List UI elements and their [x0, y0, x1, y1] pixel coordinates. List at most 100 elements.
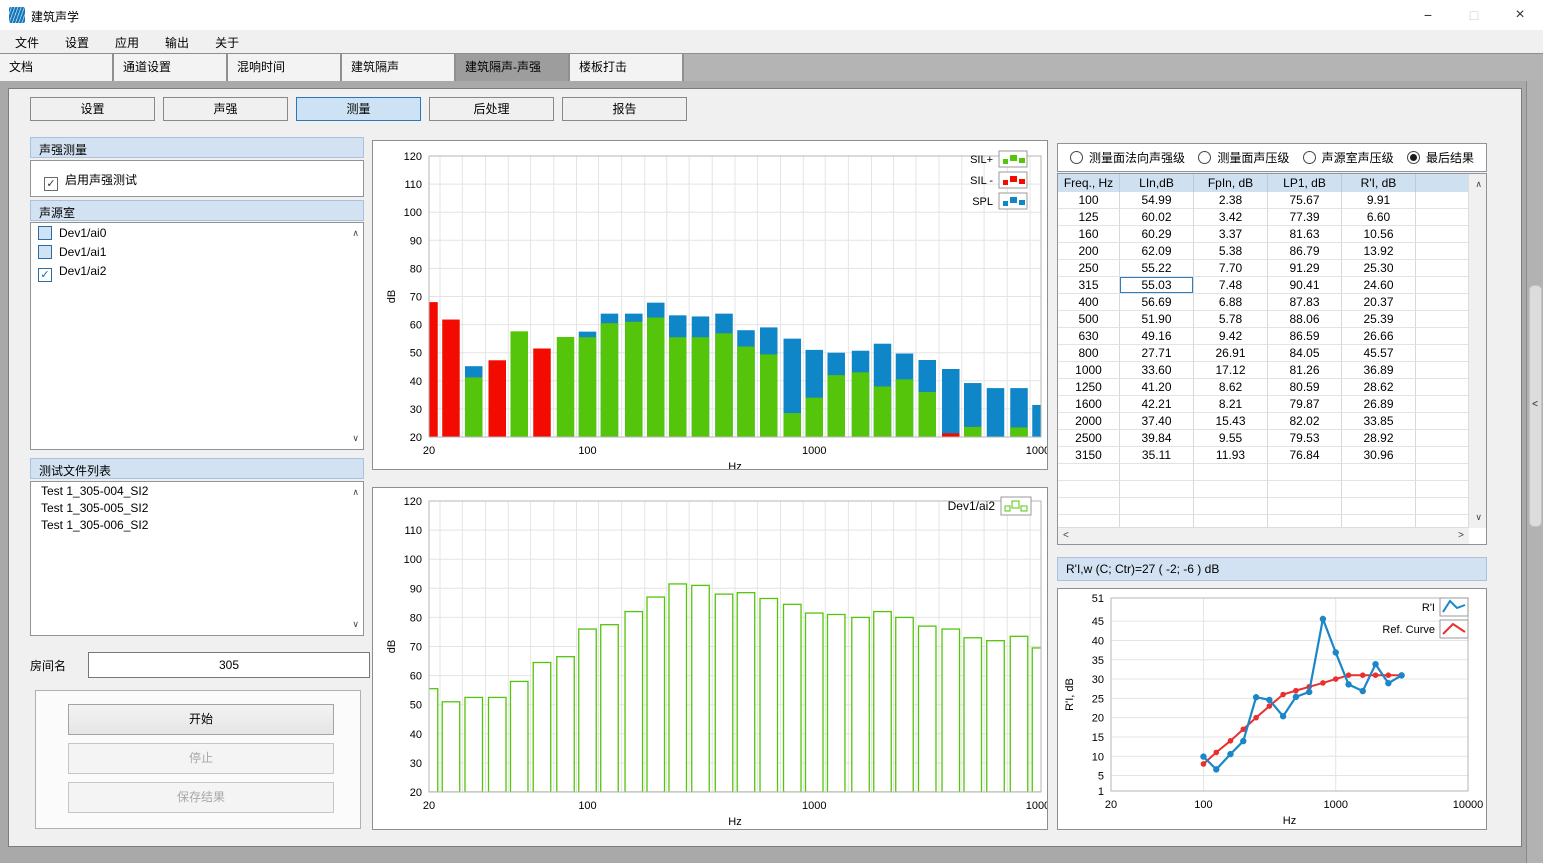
table-cell[interactable]: 26.89	[1342, 396, 1416, 413]
table-cell[interactable]	[1058, 481, 1120, 498]
table-cell[interactable]: 80.59	[1268, 379, 1342, 396]
menu-item-output[interactable]: 输出	[152, 30, 202, 53]
table-cell[interactable]	[1416, 226, 1469, 243]
tab-reverb-time[interactable]: 混响时间	[228, 54, 342, 81]
table-cell[interactable]: 7.70	[1194, 260, 1268, 277]
table-cell[interactable]: 9.42	[1194, 328, 1268, 345]
table-cell[interactable]	[1416, 379, 1469, 396]
table-cell[interactable]	[1268, 481, 1342, 498]
table-cell[interactable]: 9.55	[1194, 430, 1268, 447]
table-cell[interactable]	[1416, 260, 1469, 277]
table-cell[interactable]: 35.11	[1120, 447, 1194, 464]
radio-source-room-spl[interactable]: 声源室声压级	[1303, 149, 1394, 166]
table-cell[interactable]	[1416, 464, 1469, 481]
table-cell[interactable]	[1268, 464, 1342, 481]
subtab-setup[interactable]: 设置	[30, 97, 155, 121]
table-cell[interactable]: 125	[1058, 209, 1120, 226]
radio-final-result[interactable]: 最后结果	[1407, 149, 1474, 166]
scroll-down-icon[interactable]: ∨	[352, 433, 359, 444]
table-cell[interactable]	[1416, 328, 1469, 345]
table-cell[interactable]: 2000	[1058, 413, 1120, 430]
table-cell[interactable]: 160	[1058, 226, 1120, 243]
table-cell[interactable]: 82.02	[1268, 413, 1342, 430]
table-cell[interactable]: 9.91	[1342, 192, 1416, 209]
table-cell[interactable]: 81.63	[1268, 226, 1342, 243]
table-cell[interactable]: 5.78	[1194, 311, 1268, 328]
scroll-down-icon[interactable]: ∨	[1475, 512, 1482, 523]
table-horizontal-scrollbar[interactable]: < >	[1058, 527, 1469, 544]
table-cell[interactable]	[1416, 311, 1469, 328]
table-cell[interactable]: 51.90	[1120, 311, 1194, 328]
start-button[interactable]: 开始	[68, 704, 334, 735]
table-cell[interactable]: 39.84	[1120, 430, 1194, 447]
subtab-measure[interactable]: 测量	[296, 97, 421, 121]
table-cell[interactable]: 630	[1058, 328, 1120, 345]
table-cell[interactable]: 11.93	[1194, 447, 1268, 464]
table-cell[interactable]	[1416, 277, 1469, 294]
table-cell[interactable]	[1342, 481, 1416, 498]
table-cell[interactable]	[1268, 498, 1342, 515]
table-cell[interactable]: 54.99	[1120, 192, 1194, 209]
maximize-icon[interactable]: □	[1451, 0, 1497, 30]
table-cell[interactable]: 26.66	[1342, 328, 1416, 345]
channel-item[interactable]: ✓Dev1/ai2	[31, 261, 363, 284]
table-cell[interactable]	[1194, 498, 1268, 515]
menu-item-about[interactable]: 关于	[202, 30, 252, 53]
close-icon[interactable]: ×	[1497, 0, 1543, 30]
table-cell[interactable]: 90.41	[1268, 277, 1342, 294]
table-cell[interactable]: 60.02	[1120, 209, 1194, 226]
checkbox-icon[interactable]	[38, 245, 52, 259]
table-cell[interactable]	[1194, 481, 1268, 498]
table-cell[interactable]: 100	[1058, 192, 1120, 209]
table-cell[interactable]: 79.87	[1268, 396, 1342, 413]
tab-document[interactable]: 文档	[0, 54, 114, 81]
table-cell[interactable]: 30.96	[1342, 447, 1416, 464]
table-cell[interactable]	[1416, 413, 1469, 430]
scroll-down-icon[interactable]: ∨	[352, 619, 359, 630]
table-cell[interactable]	[1058, 498, 1120, 515]
room-name-input[interactable]	[88, 652, 370, 678]
table-cell[interactable]	[1342, 464, 1416, 481]
table-cell[interactable]: 1600	[1058, 396, 1120, 413]
scroll-up-icon[interactable]: ∧	[352, 228, 359, 239]
table-cell[interactable]: 8.21	[1194, 396, 1268, 413]
tab-building-insulation[interactable]: 建筑隔声	[342, 54, 456, 81]
menu-item-application[interactable]: 应用	[102, 30, 152, 53]
table-cell[interactable]: 75.67	[1268, 192, 1342, 209]
table-cell[interactable]: 13.92	[1342, 243, 1416, 260]
table-cell[interactable]: 79.53	[1268, 430, 1342, 447]
table-cell[interactable]: 26.91	[1194, 345, 1268, 362]
table-cell[interactable]: 28.92	[1342, 430, 1416, 447]
table-cell[interactable]: 42.21	[1120, 396, 1194, 413]
checkbox-icon[interactable]: ✓	[44, 177, 58, 191]
table-cell[interactable]: 250	[1058, 260, 1120, 277]
file-item[interactable]: Test 1_305-004_SI2	[31, 482, 363, 499]
table-cell[interactable]: 45.57	[1342, 345, 1416, 362]
table-cell[interactable]	[1342, 498, 1416, 515]
table-cell[interactable]: 6.60	[1342, 209, 1416, 226]
table-cell[interactable]: 2500	[1058, 430, 1120, 447]
table-cell[interactable]: 55.03	[1120, 277, 1194, 294]
subtab-report[interactable]: 报告	[562, 97, 687, 121]
collapse-panel-icon[interactable]: <	[1527, 399, 1543, 410]
table-cell[interactable]	[1416, 345, 1469, 362]
table-cell[interactable]: 25.39	[1342, 311, 1416, 328]
table-cell[interactable]	[1416, 243, 1469, 260]
table-cell[interactable]: 200	[1058, 243, 1120, 260]
subtab-post-process[interactable]: 后处理	[429, 97, 554, 121]
table-cell[interactable]	[1416, 209, 1469, 226]
file-item[interactable]: Test 1_305-006_SI2	[31, 516, 363, 533]
table-cell[interactable]	[1120, 464, 1194, 481]
table-cell[interactable]: 3.42	[1194, 209, 1268, 226]
tab-building-insulation-si[interactable]: 建筑隔声-声强	[456, 54, 570, 81]
menu-item-file[interactable]: 文件	[2, 30, 52, 53]
table-cell[interactable]: 37.40	[1120, 413, 1194, 430]
table-cell[interactable]: 8.62	[1194, 379, 1268, 396]
checkbox-icon[interactable]	[38, 226, 52, 240]
tab-floor-impact[interactable]: 楼板打击	[570, 54, 684, 81]
channel-item[interactable]: Dev1/ai1	[31, 242, 363, 261]
table-cell[interactable]: 25.30	[1342, 260, 1416, 277]
table-cell[interactable]: 33.60	[1120, 362, 1194, 379]
table-cell[interactable]: 800	[1058, 345, 1120, 362]
table-cell[interactable]: 15.43	[1194, 413, 1268, 430]
